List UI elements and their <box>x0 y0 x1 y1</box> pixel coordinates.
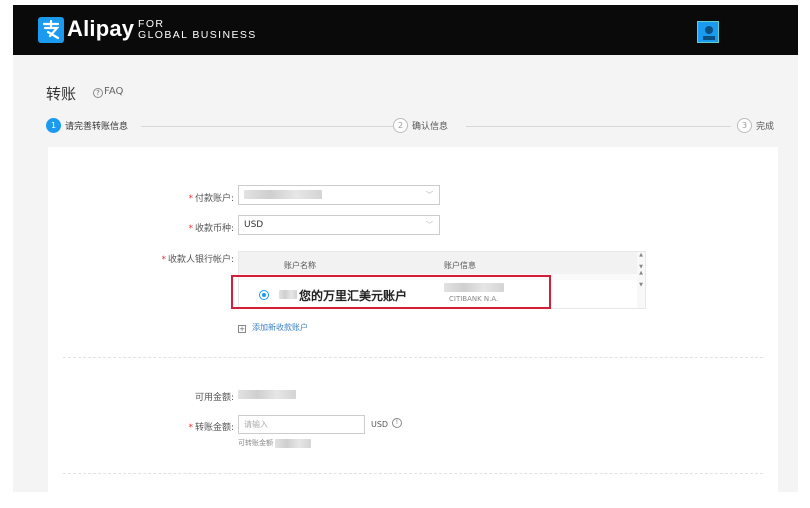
tagline-line-2: GLOBAL BUSINESS <box>138 29 257 41</box>
plus-icon: + <box>238 325 246 333</box>
payee-account-label: * 收款人银行帐户: <box>161 255 234 265</box>
step-number: 3 <box>737 118 752 133</box>
payment-account-label: * 付款账户: <box>188 194 234 204</box>
step-label: 完成 <box>756 122 775 132</box>
help-icon: ? <box>93 88 103 98</box>
transfer-amount-input[interactable]: 请输入 <box>238 415 365 434</box>
redacted-value <box>244 190 322 199</box>
currency-select[interactable]: USD ﹀ <box>238 215 440 235</box>
available-amount-label: 可用金额: <box>194 393 234 403</box>
section-divider <box>63 473 763 474</box>
step-3: 3 完成 <box>737 118 779 133</box>
step-number: 1 <box>46 118 61 133</box>
chevron-down-icon: ﹀ <box>426 221 433 229</box>
section-divider <box>63 357 763 358</box>
progress-steps: 1 请完善转账信息 2 确认信息 3 完成 <box>46 117 786 137</box>
transfer-amount-label: * 转账金额: <box>188 423 234 433</box>
transfer-form-card: * 付款账户: ﹀ * 收款币种: USD ﹀ * 收款人银行帐户: 账户名称 账户信… <box>48 147 778 492</box>
user-avatar[interactable] <box>697 21 719 43</box>
payment-account-select[interactable]: ﹀ <box>238 185 440 205</box>
step-label: 确认信息 <box>412 122 449 132</box>
step-label: 请完善转账信息 <box>65 122 129 132</box>
step-connector <box>141 126 396 127</box>
step-number: 2 <box>393 118 408 133</box>
brand-name: Alipay <box>67 16 135 41</box>
currency-value: USD <box>244 220 264 230</box>
top-bar: Alipay FOR GLOBAL BUSINESS <box>13 5 798 55</box>
available-amount-value <box>238 390 296 399</box>
table-scrollbar[interactable]: ▲ ▼ ▲ ▼ <box>637 252 645 308</box>
currency-label: * 收款币种: <box>188 224 234 234</box>
highlight-box <box>231 275 551 309</box>
column-header-account-info: 账户信息 <box>444 261 476 270</box>
brand-tagline: FOR GLOBAL BUSINESS <box>138 19 257 41</box>
column-header-account-name: 账户名称 <box>284 261 316 270</box>
faq-link[interactable]: ? FAQ <box>93 86 123 98</box>
alipay-logo-icon <box>38 17 64 43</box>
chevron-down-icon: ﹀ <box>426 191 433 199</box>
transferable-hint: 可转账金额 <box>238 438 311 448</box>
add-account-link[interactable]: + 添加新收款账户 <box>238 322 308 333</box>
add-account-label: 添加新收款账户 <box>252 323 308 332</box>
transfer-currency: USD <box>371 420 389 429</box>
faq-label: FAQ <box>104 86 124 97</box>
info-icon[interactable]: ! <box>392 418 402 428</box>
page-title: 转账 <box>46 85 77 103</box>
redacted-value <box>275 438 311 448</box>
step-1: 1 请完善转账信息 <box>46 118 133 133</box>
step-2: 2 确认信息 <box>393 118 453 133</box>
step-connector <box>466 126 731 127</box>
table-header: 账户名称 账户信息 <box>239 252 639 274</box>
app-frame: Alipay FOR GLOBAL BUSINESS 转账 ? FAQ 1 请完善… <box>13 5 798 492</box>
